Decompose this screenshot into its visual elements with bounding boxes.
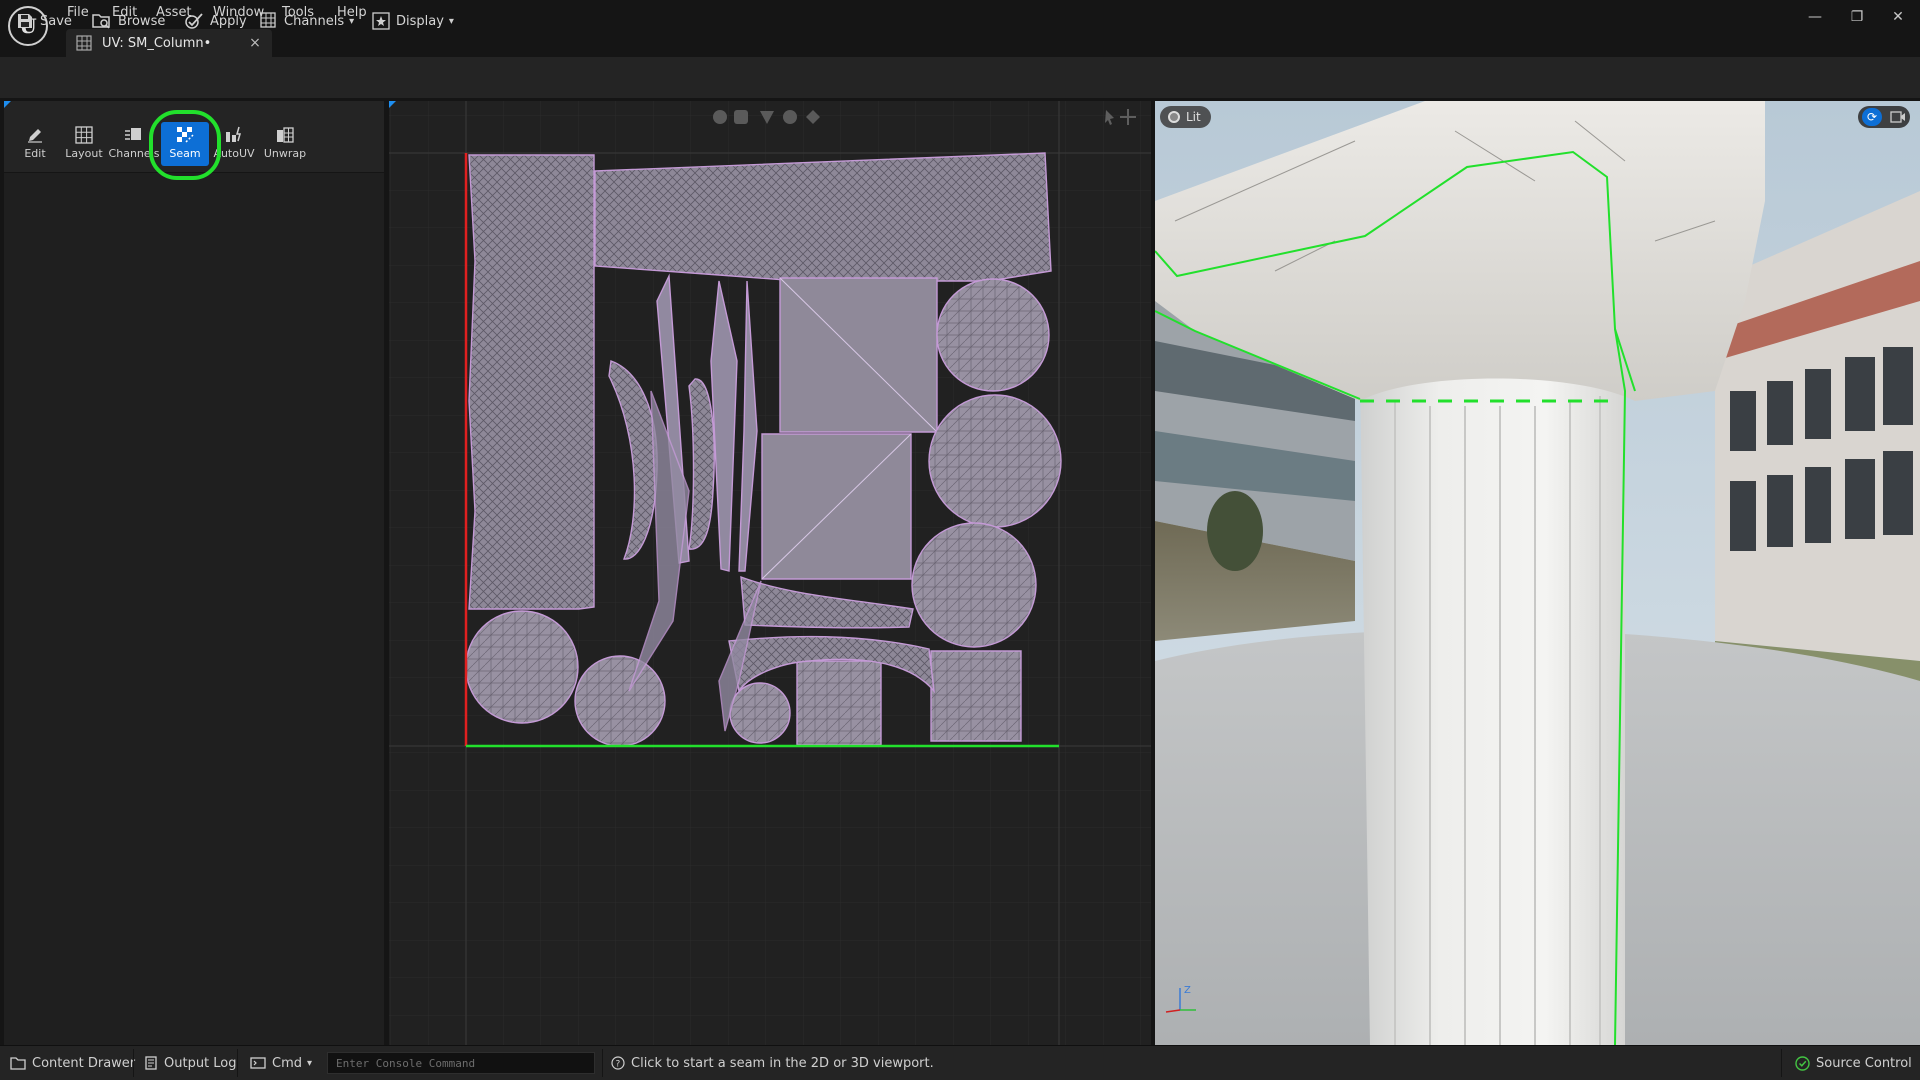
display-icon xyxy=(372,12,390,30)
output-log-label: Output Log xyxy=(164,1055,237,1071)
close-window-icon[interactable]: ✕ xyxy=(1886,5,1910,29)
tab-title: UV: SM_Column• xyxy=(102,35,212,51)
cmd-label: Cmd xyxy=(272,1055,302,1071)
channels-label: Channels xyxy=(284,13,345,29)
unwrap-icon xyxy=(277,127,294,143)
channels-grid-icon xyxy=(260,12,276,28)
tool-layout-label: Layout xyxy=(65,147,103,160)
statusbar-divider xyxy=(1781,1049,1782,1077)
tool-edit-label: Edit xyxy=(24,147,46,160)
save-label: Save xyxy=(40,13,72,29)
source-control-button[interactable]: Source Control xyxy=(1795,1053,1912,1073)
save-button[interactable]: Save xyxy=(16,8,72,34)
content-drawer-button[interactable]: Content Drawer xyxy=(10,1053,135,1073)
apply-label: Apply xyxy=(210,13,247,29)
display-dropdown[interactable]: Display ▾ xyxy=(372,8,454,34)
uv-grid-icon xyxy=(76,35,92,51)
panel-corner-marker xyxy=(4,101,11,108)
output-log-button[interactable]: Output Log xyxy=(144,1053,237,1073)
minimize-icon[interactable]: — xyxy=(1803,5,1827,29)
autouv-icon xyxy=(226,126,241,142)
viewport-corner-marker xyxy=(389,101,396,108)
browse-button[interactable]: Browse xyxy=(92,8,165,34)
3d-viewport[interactable] xyxy=(1155,101,1920,1045)
drawer-icon xyxy=(10,1057,26,1070)
uv-canvas[interactable] xyxy=(389,101,1151,1045)
sync-camera-icon[interactable]: ⟳ xyxy=(1862,108,1882,126)
scale-icon[interactable] xyxy=(783,110,797,124)
help-circle-icon: ? xyxy=(611,1056,625,1070)
pan-icon[interactable] xyxy=(1120,109,1136,125)
move-icon[interactable] xyxy=(734,110,748,124)
viewport-options[interactable]: ⟳ xyxy=(1858,106,1910,128)
tools-panel xyxy=(4,101,384,1045)
restore-icon[interactable]: ❐ xyxy=(1845,5,1869,29)
chevron-down-icon: ▾ xyxy=(349,15,355,27)
tool-hint: ? Click to start a seam in the 2D or 3D … xyxy=(611,1053,934,1073)
tool-hint-text: Click to start a seam in the 2D or 3D vi… xyxy=(631,1055,934,1071)
terminal-icon xyxy=(250,1057,266,1069)
cursor-icon[interactable] xyxy=(1105,110,1114,125)
uv-islands[interactable] xyxy=(465,152,1062,747)
channels-icon xyxy=(125,128,141,140)
cmd-dropdown[interactable]: Cmd ▾ xyxy=(250,1053,312,1073)
uv-view-icons[interactable] xyxy=(1098,107,1142,127)
lit-sphere-icon xyxy=(1168,111,1180,123)
pencil-icon xyxy=(28,129,42,143)
log-icon xyxy=(145,1056,157,1070)
tab-close-icon[interactable]: × xyxy=(246,34,264,52)
source-control-label: Source Control xyxy=(1816,1055,1912,1071)
camera-icon[interactable] xyxy=(1890,110,1906,124)
layout-grid-icon xyxy=(75,126,93,144)
save-icon xyxy=(18,14,32,28)
axis-gizmo: Z xyxy=(1165,985,1196,1013)
snap-icon[interactable] xyxy=(806,110,820,124)
check-circle-icon xyxy=(1795,1055,1810,1071)
display-label: Display xyxy=(396,13,444,29)
uv-transform-toolbar[interactable] xyxy=(710,107,830,127)
lit-label: Lit xyxy=(1186,110,1201,124)
apply-button[interactable]: Apply xyxy=(184,8,247,34)
main-toolbar xyxy=(0,57,1920,99)
axis-z-label: Z xyxy=(1184,985,1191,996)
uv-2d-viewport[interactable] xyxy=(389,101,1151,1045)
channels-dropdown[interactable]: Channels ▾ xyxy=(260,8,354,34)
content-drawer-label: Content Drawer xyxy=(32,1055,136,1071)
tool-unwrap-label: Unwrap xyxy=(263,147,307,160)
seam-tool-highlight-ring xyxy=(149,110,221,180)
statusbar-divider xyxy=(237,1049,238,1077)
apply-icon xyxy=(185,13,203,29)
tool-unwrap[interactable]: Unwrap xyxy=(261,122,309,166)
svg-text:?: ? xyxy=(616,1060,621,1070)
statusbar-divider xyxy=(133,1049,134,1077)
console-command-input[interactable] xyxy=(327,1052,595,1074)
tool-layout[interactable]: Layout xyxy=(60,122,108,166)
tool-edit[interactable]: Edit xyxy=(11,122,59,166)
chevron-down-icon: ▾ xyxy=(448,15,454,27)
lit-view-mode-button[interactable]: Lit xyxy=(1160,106,1211,128)
3d-scene[interactable] xyxy=(1155,101,1920,1045)
statusbar-divider xyxy=(602,1049,603,1077)
browse-icon xyxy=(92,14,110,29)
browse-label: Browse xyxy=(118,13,166,29)
rotate-icon[interactable] xyxy=(760,111,774,124)
chevron-down-icon: ▾ xyxy=(307,1057,313,1069)
select-icon[interactable] xyxy=(713,110,727,124)
